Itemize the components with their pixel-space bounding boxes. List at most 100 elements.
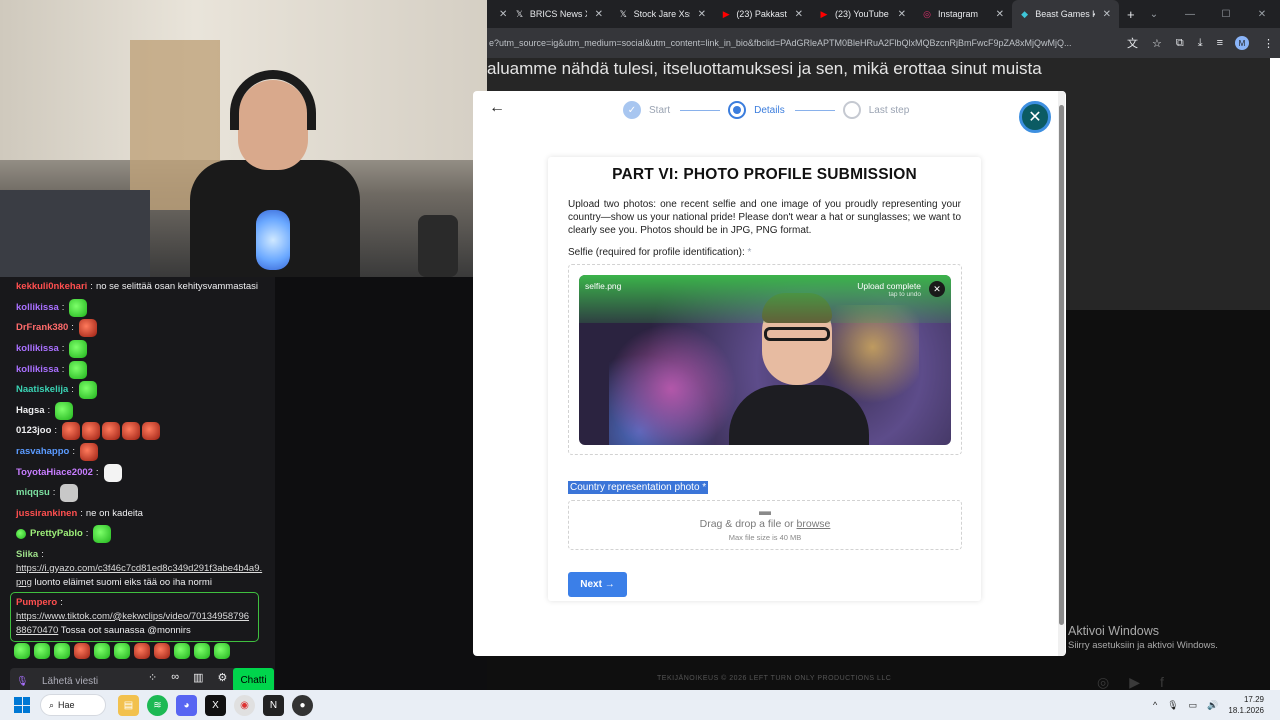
watermark-subtitle: Siirry asetuksiin ja aktivoi Windows. — [1068, 640, 1218, 651]
volume-icon[interactable]: 🔊 — [1207, 700, 1218, 711]
close-tab-icon[interactable]: ✕ — [1095, 9, 1111, 20]
network-icon[interactable]: ▭ — [1189, 700, 1198, 711]
minimize-icon[interactable]: — — [1172, 0, 1208, 28]
emote-icon[interactable] — [114, 643, 130, 659]
back-arrow-icon[interactable]: ← — [489, 99, 505, 117]
chat-emote-icon — [102, 422, 121, 441]
taskbar-search[interactable]: ⌕ Hae — [40, 694, 106, 716]
youtube-icon[interactable]: ▶ — [1129, 674, 1140, 690]
notion-icon[interactable]: N — [263, 694, 284, 716]
emote-icon[interactable] — [14, 643, 30, 659]
tray-microphone-icon[interactable]: 🎙 — [1167, 700, 1178, 711]
twitch-chat: kekkuli0nkehari: no se selittää osan kehi… — [0, 277, 275, 694]
emote-icon[interactable] — [174, 643, 190, 659]
remove-file-button[interactable]: ✕ — [929, 281, 945, 297]
chat-send-button[interactable]: Chatti — [233, 668, 274, 692]
browser-tab[interactable]: 𝕏 Stock Jare Xssa✕ — [611, 0, 714, 28]
browser-tab[interactable]: ◎ Instagram ✕ — [914, 0, 1012, 28]
microphone-icon[interactable]: 🎙 — [16, 676, 30, 687]
close-tab-icon[interactable]: ✕ — [587, 9, 603, 20]
close-tab-icon[interactable]: ✕ — [491, 9, 507, 20]
emote-icon[interactable] — [74, 643, 90, 659]
discord-icon[interactable]: ◕ — [176, 694, 197, 716]
close-tab-icon[interactable]: ✕ — [787, 9, 803, 20]
chat-username[interactable]: jussirankinen — [16, 507, 77, 521]
next-button[interactable]: Next → — [568, 572, 627, 597]
facebook-icon[interactable]: f — [1160, 674, 1164, 690]
menu-dots-icon[interactable]: ⋮ — [1263, 37, 1274, 50]
chat-username[interactable]: miqqsu — [16, 486, 50, 500]
chrome-icon[interactable]: ◉ — [234, 694, 255, 716]
instagram-icon[interactable]: ◎ — [1097, 674, 1109, 690]
emote-quick-bar — [12, 643, 230, 659]
upload-status[interactable]: Upload complete tap to undo — [857, 281, 921, 298]
webcam-bottle — [418, 215, 458, 277]
selfie-dropzone[interactable]: selfie.png Upload complete tap to undo ✕ — [568, 264, 962, 455]
chat-username[interactable]: kollikissa — [16, 363, 59, 377]
chat-username[interactable]: kollikissa — [16, 342, 59, 356]
close-tab-icon[interactable]: ✕ — [890, 9, 906, 20]
chat-emote-icon — [78, 319, 97, 338]
chat-username[interactable]: rasvahappo — [16, 445, 69, 459]
browser-tab[interactable]: ▶ (23) YouTube ✕ — [811, 0, 914, 28]
download-icon[interactable]: ⤓ — [1198, 37, 1203, 50]
address-bar[interactable]: e?utm_source=ig&utm_medium=social&utm_co… — [487, 28, 1280, 58]
settings-gear-icon[interactable]: ⚙ — [217, 671, 227, 684]
url-text[interactable]: e?utm_source=ig&utm_medium=social&utm_co… — [489, 38, 1113, 48]
chat-username[interactable]: Pumpero — [16, 597, 57, 608]
chat-username[interactable]: Naatiskelija — [16, 383, 68, 397]
tab-label: (23) YouTube — [835, 9, 889, 19]
tab-truncated[interactable]: ✕ — [487, 0, 507, 28]
emote-icon[interactable] — [54, 643, 70, 659]
spotify-icon[interactable]: ≋ — [147, 694, 168, 716]
country-photo-dropzone[interactable]: ▬ Drag & drop a file or browse Max file … — [568, 500, 962, 550]
chat-message: DrFrank380: — [16, 318, 263, 339]
new-tab-button[interactable]: + — [1127, 7, 1135, 22]
emote-icon[interactable] — [94, 643, 110, 659]
chat-username[interactable]: ToyotaHiace2002 — [16, 466, 93, 480]
tray-chevron-icon[interactable]: ^ — [1153, 700, 1157, 710]
maximize-icon[interactable]: ☐ — [1208, 0, 1244, 28]
close-window-icon[interactable]: ✕ — [1244, 0, 1280, 28]
profile-avatar[interactable]: M — [1235, 36, 1249, 50]
file-explorer-icon[interactable]: ▤ — [118, 694, 139, 716]
modal-scrollbar[interactable] — [1058, 91, 1065, 656]
preview-glasses — [764, 327, 830, 341]
chat-username[interactable]: Siika — [16, 549, 38, 560]
translate-icon[interactable]: 文 — [1127, 35, 1138, 51]
emote-icon[interactable] — [134, 643, 150, 659]
bookmark-star-icon[interactable]: ☆ — [1152, 37, 1162, 50]
preview-shirt — [729, 385, 869, 445]
windows-start-icon[interactable] — [14, 697, 30, 713]
obs-icon[interactable]: ● — [292, 694, 313, 716]
chat-username[interactable]: DrFrank380 — [16, 321, 68, 335]
chat-username[interactable]: 0123joo — [16, 424, 51, 438]
chat-username[interactable]: Hagsa — [16, 404, 45, 418]
media-control-icon[interactable]: ≡ — [1217, 37, 1223, 49]
chevron-down-icon[interactable]: ⌄ — [1136, 0, 1172, 28]
emote-icon[interactable] — [154, 643, 170, 659]
browser-tab[interactable]: 𝕏 BRICS News X:✕ — [507, 0, 611, 28]
extensions-icon[interactable]: ⧉ — [1176, 37, 1184, 50]
chat-message-highlighted: Pumpero: https://www.tiktok.com/@kekwclip… — [10, 591, 259, 642]
emote-icon[interactable] — [34, 643, 50, 659]
x-app-icon[interactable]: X — [205, 694, 226, 716]
chat-username[interactable]: kekkuli0nkehari — [16, 280, 87, 294]
browse-link[interactable]: browse — [797, 518, 831, 530]
chat-colon: : — [72, 446, 75, 458]
chat-emote-icon — [78, 381, 97, 400]
chat-message: Hagsa: — [16, 401, 263, 422]
emote-icon[interactable] — [214, 643, 230, 659]
channel-points-icon[interactable]: ⁘ — [148, 671, 157, 684]
taskbar-clock[interactable]: 17.29 18.1.2026 — [1228, 694, 1264, 716]
chat-username[interactable]: kollikissa — [16, 301, 59, 315]
browser-tab[interactable]: ▶ (23) Pakkasten✕ — [714, 0, 811, 28]
browser-tab[interactable]: ◆ Beast Games k: ✕ — [1012, 0, 1119, 28]
emote-icon[interactable] — [194, 643, 210, 659]
modal-scroll-thumb[interactable] — [1059, 105, 1064, 625]
close-tab-icon[interactable]: ✕ — [988, 9, 1004, 20]
store-icon[interactable]: ▥ — [193, 671, 203, 684]
close-modal-button[interactable]: ✕ — [1019, 101, 1051, 133]
close-tab-icon[interactable]: ✕ — [690, 9, 706, 20]
chat-username[interactable]: PrettyPablo — [30, 527, 83, 541]
